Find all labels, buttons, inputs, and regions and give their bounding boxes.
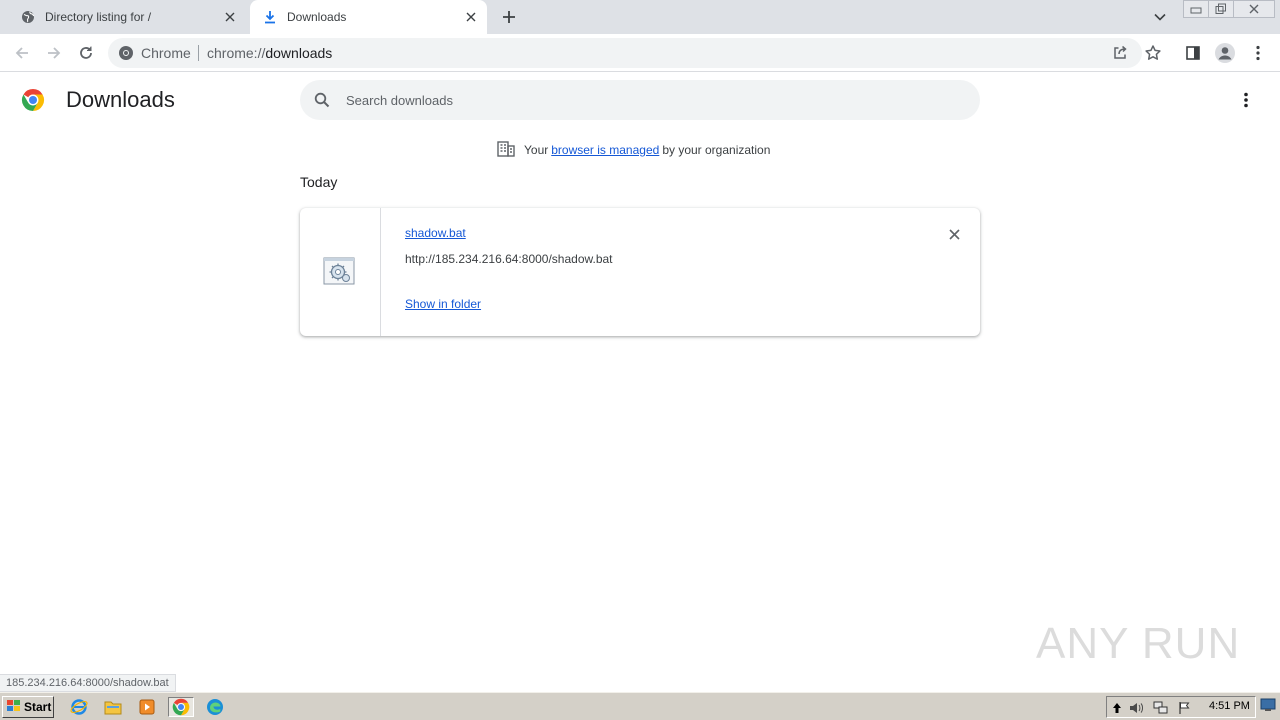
tab-title: Downloads [287,10,347,24]
windows-logo-icon [6,699,22,716]
download-source-url: http://185.234.216.64:8000/shadow.bat [405,252,613,266]
forward-button[interactable] [42,41,66,65]
system-tray: 4:51 PM [1106,696,1256,718]
managed-notice: Your browser is managed by your organiza… [497,140,771,160]
url-text: chrome://downloads [207,45,332,61]
download-file-name-link[interactable]: shadow.bat [405,226,466,240]
tab-directory-listing[interactable]: Directory listing for / [8,0,246,34]
chrome-page-icon [118,45,134,61]
anyrun-watermark: ANY RUN [1036,606,1239,675]
managed-prefix: Your [524,143,549,157]
tab-search-button[interactable] [1150,7,1170,27]
bookmark-star-icon[interactable] [1144,44,1162,67]
search-downloads-input[interactable] [346,80,946,120]
date-section-header: Today [300,174,338,190]
network-icon[interactable] [1153,700,1169,716]
browser-managed-link[interactable]: browser is managed [551,143,659,157]
downloads-more-actions-icon[interactable] [1234,88,1258,112]
start-label: Start [24,700,52,714]
tab-strip: Directory listing for / Downloads [0,0,1280,34]
address-bar[interactable]: Chrome chrome://downloads [108,38,1161,68]
back-button[interactable] [10,41,34,65]
managed-suffix: by your organization [662,143,771,157]
download-item: shadow.bat http://185.234.216.64:8000/sh… [300,208,980,336]
show-in-folder-link[interactable]: Show in folder [405,297,481,311]
chrome-menu-icon[interactable] [1246,41,1270,65]
tab-title: Directory listing for / [45,10,152,24]
internet-explorer-icon[interactable] [68,697,90,717]
url-host: downloads [265,45,333,61]
close-window-button[interactable] [1233,0,1275,18]
url-prefix: chrome:// [207,45,266,61]
show-hidden-icons-icon[interactable] [1109,700,1125,716]
chrome-logo-icon [21,88,45,112]
share-icon[interactable] [1112,45,1128,66]
close-tab-icon[interactable] [220,7,240,27]
globe-icon [20,9,36,25]
browser-toolbar: Chrome chrome://downloads [0,34,1280,72]
side-panel-icon[interactable] [1181,41,1205,65]
edge-icon[interactable] [204,697,226,717]
file-icon-column [300,208,381,336]
tab-downloads[interactable]: Downloads [250,0,487,34]
file-explorer-icon[interactable] [102,697,124,717]
page-title: Downloads [66,87,175,112]
omnibox-divider [198,45,199,61]
building-icon [497,140,515,160]
reload-button[interactable] [74,41,98,65]
taskbar-clock[interactable]: 4:51 PM [1209,700,1250,712]
search-field[interactable] [300,80,980,120]
start-button[interactable]: Start [2,696,54,718]
remove-download-icon[interactable] [944,224,964,244]
profile-avatar-icon[interactable] [1213,41,1237,65]
restore-button[interactable] [1208,0,1234,18]
chrome-taskbar-icon[interactable] [168,697,194,717]
download-icon [262,9,278,25]
volume-icon[interactable] [1129,700,1145,716]
action-center-flag-icon[interactable] [1177,700,1193,716]
media-player-icon[interactable] [136,697,158,717]
search-icon [314,92,330,113]
new-tab-button[interactable] [498,6,520,28]
batch-file-icon [323,257,355,290]
minimize-button[interactable] [1183,0,1209,18]
windows-taskbar: Start 4:51 PM [0,692,1280,720]
scheme-label: Chrome [141,45,191,61]
close-tab-icon[interactable] [461,7,481,27]
show-desktop-icon[interactable] [1260,698,1276,714]
status-bubble: 185.234.216.64:8000/shadow.bat [0,674,176,692]
